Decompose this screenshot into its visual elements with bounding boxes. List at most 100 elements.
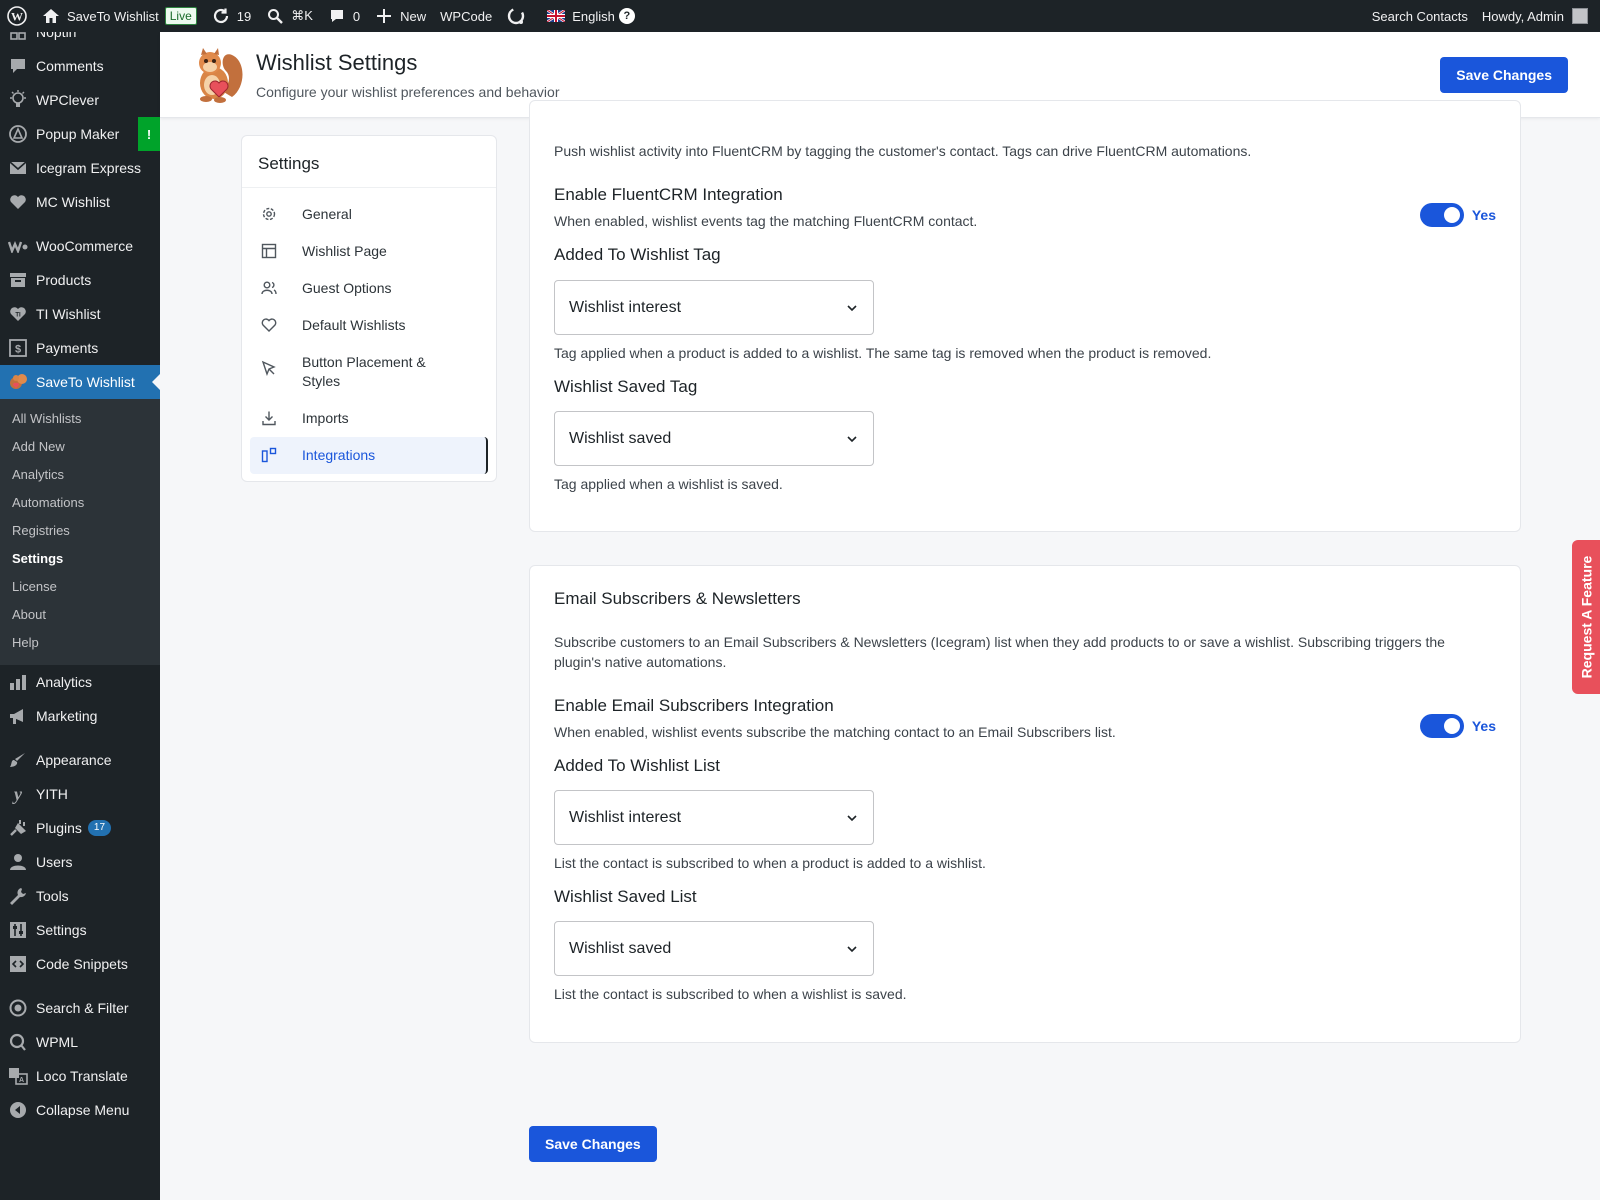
sidebar-item-users[interactable]: Users — [0, 845, 160, 879]
nav-item-default-wishlists[interactable]: Default Wishlists — [250, 307, 488, 344]
account-menu[interactable]: Howdy, Admin — [1475, 0, 1600, 32]
nav-item-guest-options[interactable]: Guest Options — [250, 270, 488, 307]
nav-item-label: Wishlist Page — [302, 243, 387, 259]
translate-icon: A — [8, 1066, 28, 1086]
email-subscribers-enable-toggle[interactable]: Yes — [1419, 714, 1496, 738]
svg-text:y: y — [12, 784, 23, 804]
sidebar-item-label: Plugins — [36, 820, 82, 836]
fluentcrm-enable-title: Enable FluentCRM Integration — [554, 185, 783, 204]
wishlist-saved-tag-select[interactable]: Wishlist saved — [554, 411, 874, 466]
sidebar-item-marketing[interactable]: Marketing — [0, 699, 160, 733]
search-contacts-link[interactable]: Search Contacts — [1365, 0, 1475, 32]
request-feature-label: Request A Feature — [1578, 555, 1595, 679]
sidebar-item-label: Collapse Menu — [36, 1102, 130, 1118]
sidebar-item-label: Analytics — [36, 674, 93, 690]
sidebar-item-label: Icegram Express — [36, 160, 142, 176]
sidebar-item-saveto-wishlist[interactable]: SaveTo Wishlist — [0, 365, 160, 399]
woo-icon — [8, 236, 28, 256]
sidebar-item-label: WPClever — [36, 92, 100, 108]
help-icon: ? — [618, 8, 635, 24]
submenu-help[interactable]: Help — [0, 629, 160, 657]
sidebar-item-products[interactable]: Products — [0, 263, 160, 297]
wordpress-logo[interactable]: W — [0, 0, 34, 32]
sidebar-item-label: YITH — [36, 786, 68, 802]
sidebar-item-icegram-express[interactable]: Icegram Express — [0, 151, 160, 185]
chevron-down-icon — [847, 814, 857, 821]
comments-menu[interactable]: 0 — [320, 0, 367, 32]
archive-icon — [8, 270, 28, 290]
submenu-add-new[interactable]: Add New — [0, 433, 160, 461]
heart-outline-icon — [260, 316, 278, 334]
sidebar-item-settings[interactable]: Settings — [0, 913, 160, 947]
submenu-all-wishlists[interactable]: All Wishlists — [0, 405, 160, 433]
submenu-registries[interactable]: Registries — [0, 517, 160, 545]
users-icon — [260, 279, 278, 297]
settings-navigation: Settings General Wishlist Page Guest Opt… — [241, 135, 497, 482]
sidebar-item-noptin[interactable]: Noptin — [0, 32, 160, 49]
save-changes-button[interactable]: Save Changes — [1440, 57, 1568, 93]
sliders-icon — [8, 920, 28, 940]
sidebar-item-search-filter[interactable]: Search & Filter — [0, 991, 160, 1025]
sidebar-item-code-snippets[interactable]: Code Snippets — [0, 947, 160, 981]
sidebar-item-comments[interactable]: Comments — [0, 49, 160, 83]
wishlist-saved-list-select[interactable]: Wishlist saved — [554, 921, 874, 976]
request-feature-tab[interactable]: Request A Feature — [1572, 540, 1600, 694]
nav-item-label: Integrations — [302, 447, 376, 463]
sidebar-item-label: Comments — [36, 58, 104, 74]
submenu-settings[interactable]: Settings — [0, 545, 160, 573]
wpcode-menu[interactable]: WPCode — [433, 0, 499, 32]
sidebar-item-wpml[interactable]: WPML — [0, 1025, 160, 1059]
submenu-analytics[interactable]: Analytics — [0, 461, 160, 489]
gear-icon — [260, 205, 278, 223]
site-name-menu[interactable]: SaveTo Wishlist Live — [34, 0, 204, 32]
plus-icon — [374, 6, 394, 26]
added-to-wishlist-tag-select[interactable]: Wishlist interest — [554, 280, 874, 335]
added-to-wishlist-list-select[interactable]: Wishlist interest — [554, 790, 874, 845]
sidebar-item-yith[interactable]: y YITH — [0, 777, 160, 811]
language-switcher[interactable]: English ? — [539, 0, 642, 32]
sidebar-item-woocommerce[interactable]: WooCommerce — [0, 229, 160, 263]
bottom-save-changes-button[interactable]: Save Changes — [529, 1126, 657, 1162]
collapse-menu-button[interactable]: Collapse Menu — [0, 1093, 160, 1127]
page-subtitle: Configure your wishlist preferences and … — [256, 83, 560, 100]
sidebar-item-plugins[interactable]: Plugins 17 — [0, 811, 160, 845]
submenu-automations[interactable]: Automations — [0, 489, 160, 517]
nav-item-button-placement[interactable]: Button Placement & Styles — [250, 344, 488, 400]
bar-chart-icon — [8, 672, 28, 692]
submenu-about[interactable]: About — [0, 601, 160, 629]
select-value: Wishlist saved — [569, 429, 672, 447]
sidebar-item-popup-maker[interactable]: Popup Maker ! — [0, 117, 160, 151]
submenu-license[interactable]: License — [0, 573, 160, 601]
nav-item-integrations[interactable]: Integrations — [250, 437, 488, 474]
nav-item-imports[interactable]: Imports — [250, 400, 488, 437]
sidebar-item-wpclever[interactable]: WPClever — [0, 83, 160, 117]
select-value: Wishlist interest — [569, 298, 682, 316]
sidebar-item-tools[interactable]: Tools — [0, 879, 160, 913]
sidebar-item-ti-wishlist[interactable]: TI TI Wishlist — [0, 297, 160, 331]
toggle-switch[interactable] — [1419, 714, 1464, 738]
email-subscribers-enable-description: When enabled, wishlist events subscribe … — [554, 724, 1116, 740]
wpml-icon — [8, 1032, 28, 1052]
admin-bar: W SaveTo Wishlist Live 19 ⌘K 0 New WPCod… — [0, 0, 1600, 32]
updates-menu[interactable]: 19 — [204, 0, 258, 32]
brush-icon — [8, 750, 28, 770]
sidebar-item-payments[interactable]: $ Payments — [0, 331, 160, 365]
nav-item-general[interactable]: General — [250, 196, 488, 233]
ring-icon — [506, 6, 526, 26]
quick-icon-menu[interactable] — [499, 0, 539, 32]
new-label: New — [400, 8, 427, 24]
sidebar-item-loco-translate[interactable]: A Loco Translate — [0, 1059, 160, 1093]
command-search[interactable]: ⌘K — [258, 0, 320, 32]
new-content-menu[interactable]: New — [367, 0, 433, 32]
sidebar-item-label: Payments — [36, 340, 99, 356]
svg-text:TI: TI — [15, 313, 21, 319]
sidebar-item-mc-wishlist[interactable]: MC Wishlist — [0, 185, 160, 219]
code-icon — [8, 954, 28, 974]
sidebar-item-appearance[interactable]: Appearance — [0, 743, 160, 777]
nav-item-wishlist-page[interactable]: Wishlist Page — [250, 233, 488, 270]
toggle-switch[interactable] — [1419, 203, 1464, 227]
sidebar-item-analytics[interactable]: Analytics — [0, 665, 160, 699]
fluentcrm-enable-toggle[interactable]: Yes — [1419, 203, 1496, 227]
cursor-icon — [260, 359, 278, 377]
layout-icon — [260, 242, 278, 260]
